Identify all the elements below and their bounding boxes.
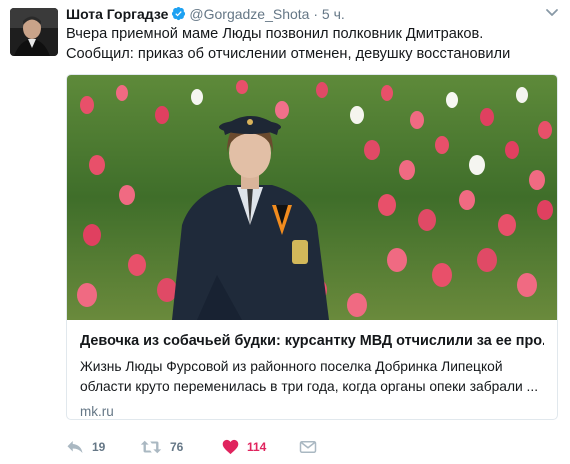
direct-message-button[interactable] — [299, 436, 317, 458]
card-image — [67, 75, 557, 320]
heart-icon — [222, 439, 239, 455]
retweet-count: 76 — [170, 440, 184, 454]
like-button[interactable]: 114 — [222, 436, 266, 458]
tweet-timestamp[interactable]: 5 ч. — [322, 6, 345, 22]
tweet-actions: 19 76 114 — [66, 436, 366, 458]
reply-button[interactable]: 19 — [66, 436, 105, 458]
card-description: Жизнь Люды Фурсовой из районного поселка… — [80, 359, 539, 394]
author-avatar[interactable] — [10, 8, 58, 56]
chevron-down-icon[interactable] — [544, 4, 560, 20]
retweet-icon — [140, 439, 162, 455]
reply-icon — [66, 439, 84, 455]
link-card[interactable]: Девочка из собачьей будки: курсантку МВД… — [66, 74, 558, 420]
card-domain: mk.ru — [80, 404, 114, 419]
author-name[interactable]: Шота Горгадзе — [66, 6, 168, 22]
card-body: Девочка из собачьей будки: курсантку МВД… — [67, 320, 557, 419]
reply-count: 19 — [92, 440, 106, 454]
verified-badge-icon — [171, 6, 186, 21]
tweet-text: Вчера приемной маме Люды позвонил полков… — [66, 26, 511, 62]
like-count: 114 — [247, 440, 267, 454]
tweet-header: Шота Горгадзе @Gorgadze_Shota · 5 ч. — [66, 4, 540, 24]
retweet-button[interactable]: 76 — [140, 436, 183, 458]
author-handle[interactable]: @Gorgadze_Shota — [189, 6, 309, 22]
card-title[interactable]: Девочка из собачьей будки: курсантку МВД… — [80, 332, 544, 350]
direct-message-icon — [299, 439, 317, 455]
meta-separator: · — [313, 6, 319, 22]
